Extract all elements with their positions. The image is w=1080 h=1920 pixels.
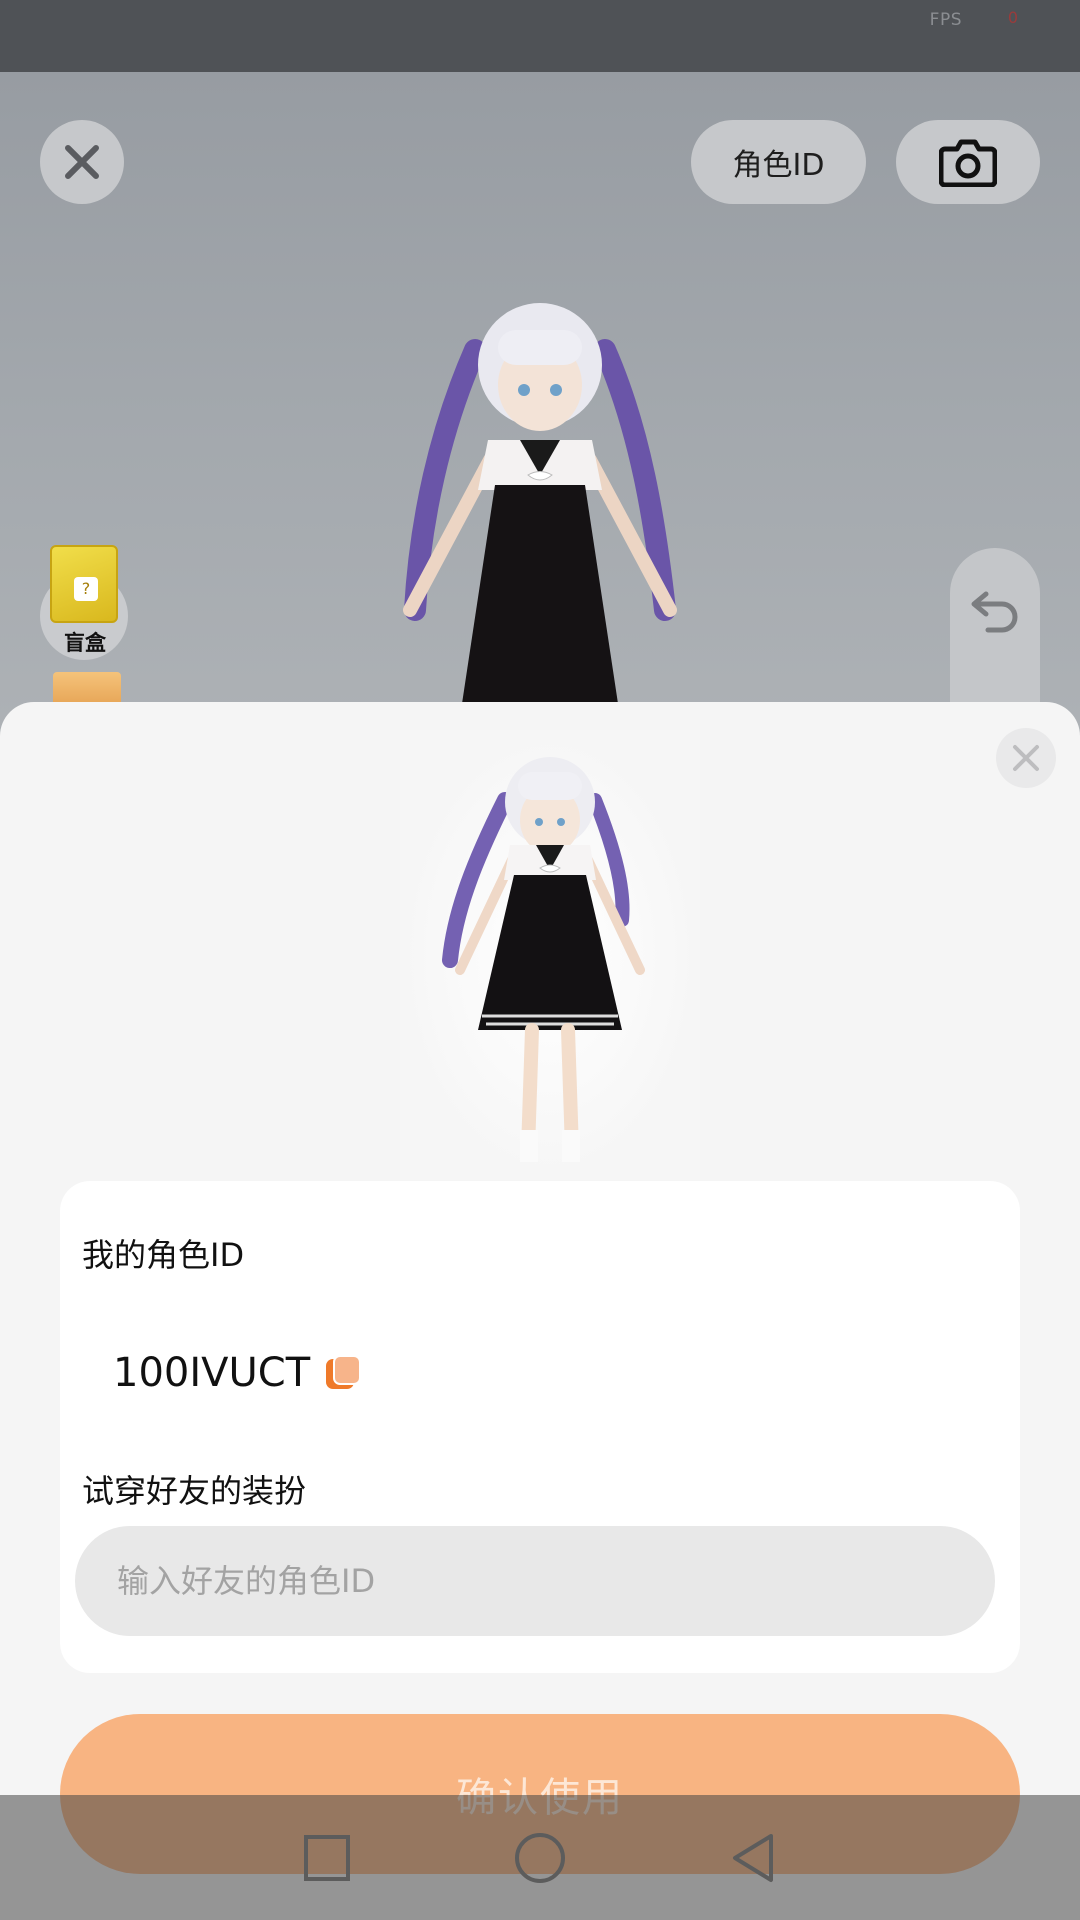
status-bar: FPS 0 bbox=[0, 0, 1080, 72]
undo-icon bbox=[971, 591, 1018, 633]
my-role-id-title: 我的角色ID bbox=[82, 1236, 245, 1274]
my-role-id-row: 100IVUCT bbox=[113, 1350, 362, 1396]
close-icon bbox=[1013, 745, 1039, 771]
close-icon bbox=[65, 145, 99, 179]
circle-icon bbox=[514, 1832, 565, 1883]
copy-icon[interactable] bbox=[326, 1355, 362, 1391]
avatar-preview bbox=[400, 730, 700, 1180]
recent-apps-button[interactable] bbox=[297, 1828, 357, 1888]
fps-label: FPS bbox=[929, 10, 962, 30]
fps-value: 0 bbox=[1007, 8, 1018, 27]
my-role-id-value: 100IVUCT bbox=[113, 1350, 311, 1396]
friend-role-id-input[interactable] bbox=[75, 1526, 995, 1636]
sheet-close-button[interactable] bbox=[996, 728, 1056, 788]
copy-icon-front bbox=[333, 1355, 362, 1385]
avatar-figure[interactable] bbox=[380, 290, 700, 750]
camera-icon bbox=[939, 139, 997, 187]
blind-box-button[interactable]: 盲盒 bbox=[40, 545, 130, 660]
close-button[interactable] bbox=[40, 120, 124, 204]
gift-box-icon[interactable] bbox=[53, 672, 121, 702]
camera-button[interactable] bbox=[896, 120, 1040, 204]
role-id-button-label: 角色ID bbox=[732, 148, 825, 183]
try-friend-outfit-title: 试穿好友的装扮 bbox=[82, 1472, 307, 1510]
blind-box-icon bbox=[50, 545, 118, 623]
role-id-button[interactable]: 角色ID bbox=[691, 120, 866, 204]
triangle-back-icon bbox=[733, 1833, 774, 1882]
system-nav-bar bbox=[0, 1795, 1080, 1920]
home-button[interactable] bbox=[510, 1828, 570, 1888]
square-icon bbox=[303, 1834, 350, 1881]
blind-box-label: 盲盒 bbox=[64, 631, 106, 655]
back-button[interactable] bbox=[723, 1828, 783, 1888]
